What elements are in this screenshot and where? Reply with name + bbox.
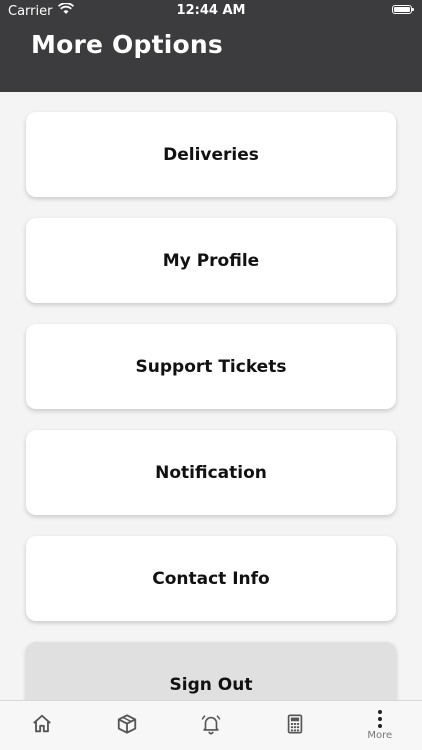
tab-more-label: More — [367, 730, 393, 741]
tab-more[interactable]: More — [338, 701, 422, 750]
tab-notifications[interactable] — [169, 701, 253, 750]
tab-bar: More — [0, 700, 422, 750]
options-menu: Deliveries My Profile Support Tickets No… — [26, 112, 396, 748]
status-bar: Carrier 12:44 AM — [0, 0, 422, 22]
my-profile-button[interactable]: My Profile — [26, 218, 396, 303]
deliveries-button[interactable]: Deliveries — [26, 112, 396, 197]
home-icon — [31, 713, 53, 739]
app-header: Carrier 12:44 AM More Options — [0, 0, 422, 92]
contact-info-button[interactable]: Contact Info — [26, 536, 396, 621]
notification-button[interactable]: Notification — [26, 430, 396, 515]
bell-icon — [200, 713, 222, 739]
battery-icon — [392, 5, 414, 14]
page-title: More Options — [31, 30, 223, 59]
support-tickets-button[interactable]: Support Tickets — [26, 324, 396, 409]
calculator-icon — [284, 713, 306, 739]
box-icon — [116, 713, 138, 739]
tab-home[interactable] — [0, 701, 84, 750]
more-vertical-icon — [377, 710, 382, 728]
tab-calculator[interactable] — [253, 701, 337, 750]
tab-deliveries[interactable] — [84, 701, 168, 750]
status-time: 12:44 AM — [176, 3, 246, 18]
